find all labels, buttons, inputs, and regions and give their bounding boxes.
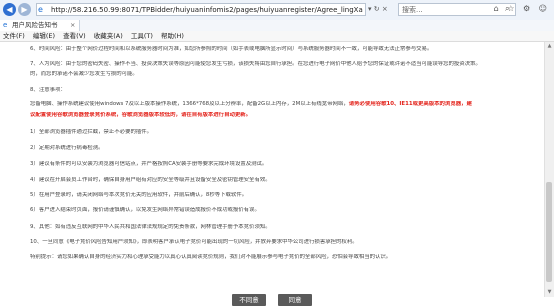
paragraph: 8、注意事项： (30, 87, 66, 93)
disagree-button[interactable]: 不同意 (232, 294, 266, 306)
paragraph: 3）建议有条件的可以安装为浏览器可信站点，并严格按照CA安装手册等要求完成环境设… (30, 161, 268, 167)
paragraph: 特别提示：请您如果确认自身的经济实力和心理承受能力以真心认真阅读竞价规则，我们对… (30, 254, 392, 260)
tab-title: 用户风险告知书 (12, 21, 58, 29)
url-tools[interactable]: ▾ ↻ × (368, 3, 388, 16)
address-bar: ◀ ▶ http://58.216.50.99:8071/TPBidder/hu… (0, 0, 554, 21)
paragraph: 10、一旦同意《电子竞价风险告知用户须知》，即表明客户承认电子竞价可能出现的一切… (30, 239, 358, 245)
back-icon[interactable]: ◀ (3, 3, 16, 16)
paragraph: 5）在用户登录时，请关闭网络与本次竞价无关的应用软件，并前后确认，8秒等下载软件… (30, 192, 248, 198)
warning-text: 请务必使用谷歌10、IE11或更高版本的浏览器，建 (348, 101, 472, 107)
paragraph: 4）建议在开启会员工作台时，确保自身用户组有对应的安全等级并且设备安全及密钥管理… (30, 177, 271, 183)
page-content: 6、时间风险：由于整个网价过程时间和以系统服务器时间为准，如您所参照的时间（如手… (0, 42, 545, 306)
menu-tools[interactable]: 工具(T) (128, 31, 156, 41)
url-input[interactable]: http://58.216.50.99:8071/TPBidder/huiyua… (36, 3, 366, 16)
toolbar-icons[interactable]: ⌂ ☆ ⚙ ☺ (494, 4, 550, 13)
paragraph: 6、时间风险：由于整个网价过程时间和以系统服务器时间为准，如您所参照的时间（如手… (30, 46, 433, 52)
paragraph: 6）客户进入结束时页面，报价请谨慎确认，以免发生网络异常错误造成报价不成功或报价… (30, 207, 260, 213)
menu-bar: 文件(F) 编辑(E) 查看(V) 收藏夹(A) 工具(T) 帮助(H) (0, 31, 554, 42)
agree-button[interactable]: 同意 (278, 294, 312, 306)
paragraph: 9、其他：如有违反互联网的中华人民共和国法律法规规定的免责条款，网林管理手册予本… (30, 224, 271, 230)
menu-edit[interactable]: 编辑(E) (30, 31, 58, 41)
menu-file[interactable]: 文件(F) (0, 31, 28, 41)
forward-icon[interactable]: ▶ (18, 3, 31, 16)
scroll-down-icon[interactable]: ▼ (546, 289, 553, 296)
paragraph: 7、人为风险：由于您的密码失密、操作不当、投资决策失误等原因可能使您发生亏损，该… (30, 61, 481, 67)
menu-view[interactable]: 查看(V) (60, 31, 89, 41)
tab-row: e 用户风险告知书 × (0, 20, 554, 31)
paragraph-with-warning: 您备电脑、操作系统建议使用windows 7及以上版本操作系统，1366*768… (30, 101, 522, 108)
page-icon: e (3, 21, 8, 29)
paragraph: 1）全部浏览器插件通过拦截，禁止不必要的插件。 (30, 129, 153, 135)
menu-favorites[interactable]: 收藏夹(A) (91, 31, 126, 41)
paragraph-text: 您备电脑、操作系统建议使用windows 7及以上版本操作系统，1366*768… (30, 101, 349, 107)
tab-active[interactable]: e 用户风险告知书 × (0, 20, 80, 31)
ie-page-icon: e (38, 5, 43, 14)
paragraph: 的，而您的承诺不会减少您发生亏损的可能。 (30, 71, 138, 77)
scroll-thumb[interactable] (546, 182, 552, 282)
vertical-scrollbar[interactable]: ▲ ▼ (544, 42, 554, 297)
warning-text: 议配置使用谷歌浏览器登录竞价系统，谷歌浏览器版本较低的，请在自有版本进行自动更新… (30, 112, 252, 118)
paragraph: 2）定期对系统进行病毒检测。 (30, 145, 104, 151)
scroll-up-icon[interactable]: ▲ (546, 43, 553, 50)
tab-close-icon[interactable]: × (70, 20, 75, 31)
menu-help[interactable]: 帮助(H) (158, 31, 187, 41)
